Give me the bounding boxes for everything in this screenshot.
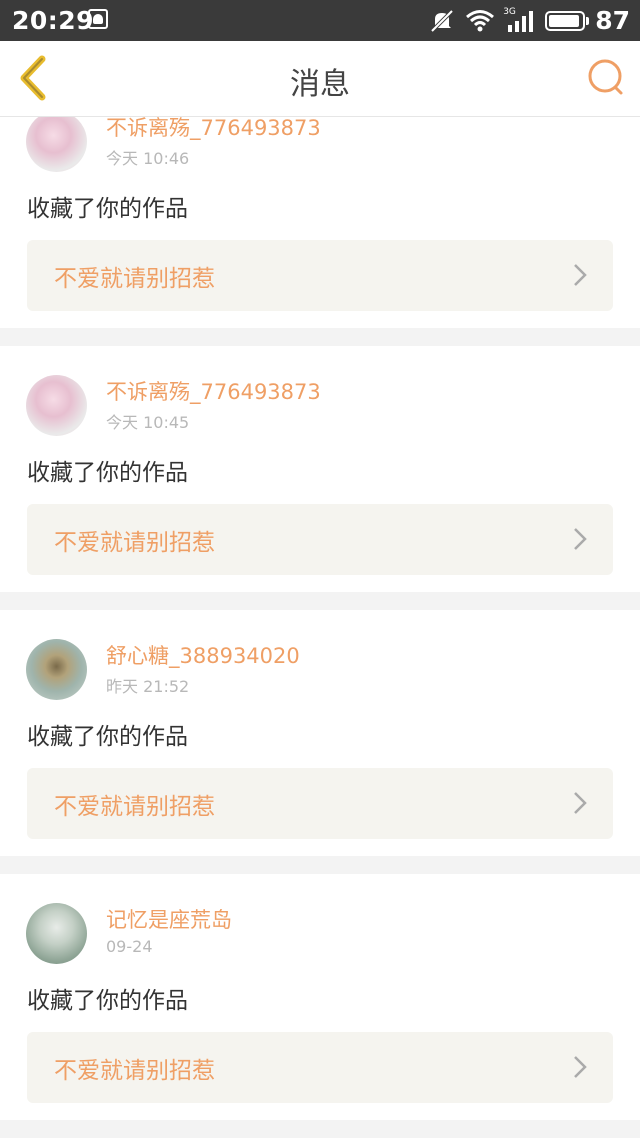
status-bar: 20:29 3G 87	[0, 0, 640, 41]
action-text: 收藏了你的作品	[27, 988, 188, 1014]
message-card: 舒心糖_388934020 昨天 21:52 收藏了你的作品 不爱就请别招惹	[0, 610, 640, 856]
chevron-right-icon	[574, 792, 587, 814]
chevron-right-icon	[574, 264, 587, 286]
work-link[interactable]: 不爱就请别招惹	[27, 240, 613, 311]
work-link[interactable]: 不爱就请别招惹	[27, 504, 613, 575]
avatar[interactable]	[26, 375, 87, 436]
timestamp: 昨天 21:52	[106, 677, 190, 696]
work-title: 不爱就请别招惹	[54, 266, 215, 292]
status-time: 20:29	[12, 6, 95, 35]
timestamp: 今天 10:46	[106, 149, 190, 168]
timestamp: 09-24	[106, 937, 153, 956]
action-text: 收藏了你的作品	[27, 724, 188, 750]
avatar[interactable]	[26, 639, 87, 700]
work-title: 不爱就请别招惹	[54, 794, 215, 820]
action-text: 收藏了你的作品	[27, 196, 188, 222]
avatar[interactable]	[26, 117, 87, 172]
avatar[interactable]	[26, 903, 87, 964]
message-list[interactable]: 不诉离殇_776493873 今天 10:46 收藏了你的作品 不爱就请别招惹 …	[0, 117, 640, 1138]
cell-signal-icon: 3G	[503, 7, 535, 33]
notification-icon	[88, 9, 108, 29]
username[interactable]: 不诉离殇_776493873	[106, 117, 321, 142]
work-title: 不爱就请别招惹	[54, 530, 215, 556]
status-icons: 3G 87	[429, 6, 630, 35]
username[interactable]: 不诉离殇_776493873	[106, 376, 321, 406]
chevron-right-icon	[574, 528, 587, 550]
mute-icon	[430, 9, 454, 32]
work-title: 不爱就请别招惹	[54, 1058, 215, 1084]
timestamp: 今天 10:45	[106, 413, 190, 432]
app-header: 消息	[0, 41, 640, 117]
work-link[interactable]: 不爱就请别招惹	[27, 768, 613, 839]
battery-icon	[545, 10, 590, 31]
work-link[interactable]: 不爱就请别招惹	[27, 1032, 613, 1103]
message-card: 不诉离殇_776493873 今天 10:46 收藏了你的作品 不爱就请别招惹	[0, 117, 640, 328]
chevron-right-icon	[574, 1056, 587, 1078]
page-title: 消息	[290, 67, 350, 102]
action-text: 收藏了你的作品	[27, 460, 188, 486]
search-icon[interactable]	[586, 57, 626, 99]
battery-level: 87	[595, 6, 630, 35]
message-card: 不诉离殇_776493873 今天 10:45 收藏了你的作品 不爱就请别招惹	[0, 346, 640, 592]
wifi-icon	[466, 9, 495, 31]
username[interactable]: 舒心糖_388934020	[106, 640, 300, 670]
message-card: 记忆是座荒岛 09-24 收藏了你的作品 不爱就请别招惹	[0, 874, 640, 1120]
username[interactable]: 记忆是座荒岛	[106, 904, 232, 934]
